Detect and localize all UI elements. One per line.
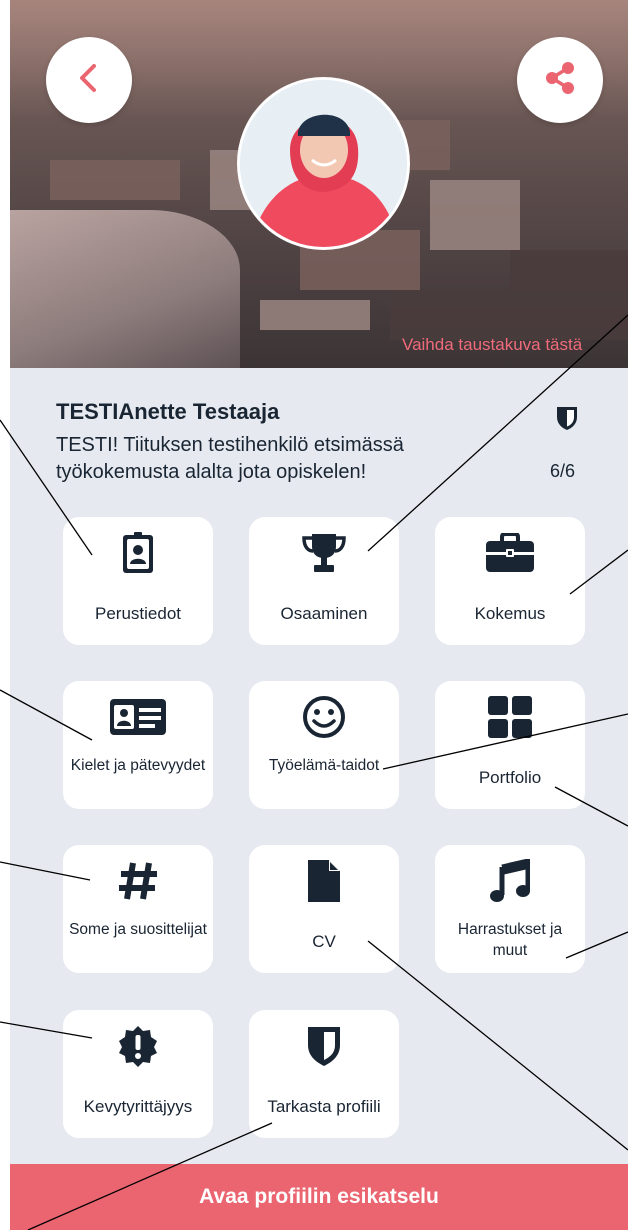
tile-kokemus[interactable]: Kokemus: [435, 517, 585, 645]
tile-label: Tarkasta profiili: [267, 1097, 381, 1116]
tile-label: Kielet ja pätevyydet: [70, 757, 206, 774]
tile-label: Perustiedot: [95, 604, 181, 623]
share-icon: [540, 58, 580, 103]
tile-perustiedot[interactable]: Perustiedot: [63, 517, 213, 645]
tile-label: Some ja suosittelijat: [69, 921, 207, 938]
open-preview-button[interactable]: Avaa profiilin esikatselu: [10, 1164, 628, 1230]
hashtag-icon: [63, 859, 213, 903]
tile-cv[interactable]: CV: [249, 845, 399, 973]
profile-screen: Vaihda taustakuva tästä TESTIAnette Test…: [10, 0, 628, 1230]
building: [510, 250, 628, 340]
tile-portfolio[interactable]: Portfolio: [435, 681, 585, 809]
id-card-icon: [63, 695, 213, 739]
profile-progress: 6/6: [550, 461, 576, 481]
building: [260, 300, 370, 330]
grid-icon: [435, 695, 585, 739]
tile-label: Osaaminen: [280, 604, 368, 623]
building: [390, 290, 510, 340]
badge-exclamation-icon: [63, 1024, 213, 1068]
chevron-left-icon: [72, 61, 106, 100]
trophy-icon: [249, 531, 399, 575]
tile-harrastukset[interactable]: Harrastukset ja muut: [435, 845, 585, 973]
harbour-water: [10, 210, 240, 368]
shield-icon: [249, 1024, 399, 1068]
profile-avatar[interactable]: [237, 77, 410, 250]
building: [430, 180, 520, 250]
tile-kevytyrittajyys[interactable]: Kevytyrittäjyys: [63, 1010, 213, 1138]
back-button[interactable]: [46, 37, 132, 123]
tile-kielet[interactable]: Kielet ja pätevyydet: [63, 681, 213, 809]
smiley-icon: [249, 695, 399, 739]
briefcase-icon: [435, 531, 585, 575]
tile-label: Kevytyrittäjyys: [83, 1097, 193, 1116]
tile-label: CV: [312, 932, 336, 951]
document-icon: [249, 859, 399, 903]
tile-label: Työelämä-taidot: [268, 757, 380, 774]
tile-osaaminen[interactable]: Osaaminen: [249, 517, 399, 645]
tile-tyoelamataidot[interactable]: Työelämä-taidot: [249, 681, 399, 809]
profile-bio: TESTI! Tiituksen testihenkilö etsimässä …: [56, 434, 404, 483]
tile-some[interactable]: Some ja suosittelijat: [63, 845, 213, 973]
shield-icon: [556, 405, 578, 436]
open-preview-label: Avaa profiilin esikatselu: [199, 1185, 439, 1208]
tile-label: Harrastukset ja muut: [457, 921, 563, 959]
tile-label: Portfolio: [478, 768, 542, 787]
tile-label: Kokemus: [474, 604, 546, 623]
tile-tarkasta-profiili[interactable]: Tarkasta profiili: [249, 1010, 399, 1138]
id-badge-icon: [63, 531, 213, 575]
music-note-icon: [435, 859, 585, 903]
share-button[interactable]: [517, 37, 603, 123]
building: [50, 160, 180, 200]
profile-name: TESTIAnette Testaaja: [56, 399, 280, 424]
change-background-link[interactable]: Vaihda taustakuva tästä: [402, 335, 582, 355]
